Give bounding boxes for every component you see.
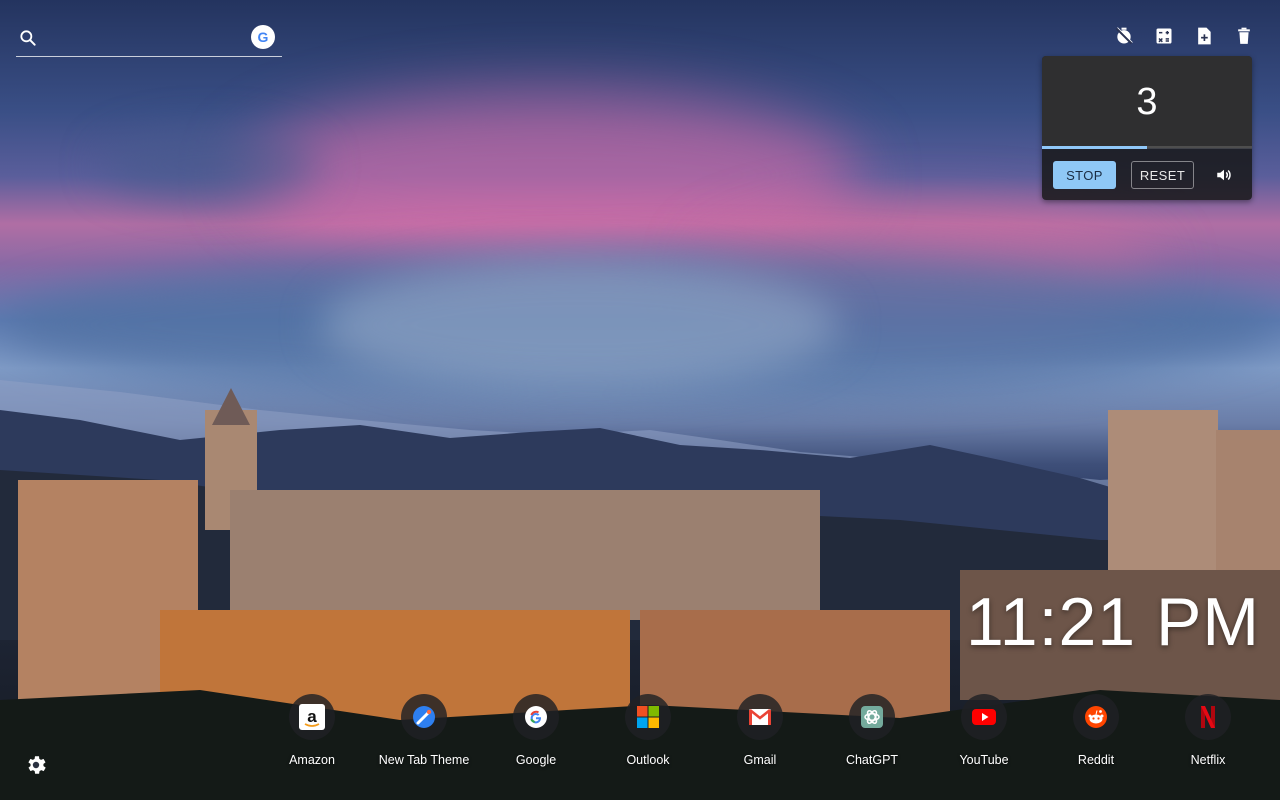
shortcut-label: Google bbox=[515, 753, 557, 767]
shortcut-new-tab-theme[interactable]: New Tab Theme bbox=[368, 694, 480, 767]
shortcut-label: ChatGPT bbox=[845, 753, 899, 767]
shortcut-bar: a Amazon New Tab Theme Google Outlook Gm… bbox=[256, 694, 1264, 774]
netflix-icon bbox=[1185, 694, 1231, 740]
timer-progress-fill bbox=[1042, 146, 1147, 149]
shortcut-label: New Tab Theme bbox=[378, 753, 470, 767]
timer-progress-bar bbox=[1042, 146, 1252, 149]
google-icon[interactable]: G bbox=[251, 25, 275, 49]
trash-icon[interactable] bbox=[1234, 26, 1254, 46]
clock-time: 11:21 PM bbox=[966, 584, 1261, 660]
shortcut-amazon[interactable]: a Amazon bbox=[256, 694, 368, 767]
svg-text:a: a bbox=[307, 707, 317, 726]
volume-icon[interactable] bbox=[1215, 166, 1233, 184]
gmail-icon bbox=[737, 694, 783, 740]
timer-display: 3 bbox=[1042, 56, 1252, 148]
note-add-icon[interactable] bbox=[1194, 26, 1214, 46]
search-input[interactable] bbox=[48, 27, 252, 53]
shortcut-label: Netflix bbox=[1190, 753, 1226, 767]
search-bar[interactable]: G bbox=[16, 24, 282, 57]
stop-button[interactable]: STOP bbox=[1053, 161, 1116, 189]
amazon-icon: a bbox=[289, 694, 335, 740]
windows-icon bbox=[625, 694, 671, 740]
google-icon bbox=[513, 694, 559, 740]
shortcut-label: YouTube bbox=[959, 753, 1009, 767]
shortcut-label: Amazon bbox=[289, 753, 335, 767]
shortcut-label: Outlook bbox=[626, 753, 670, 767]
gear-icon[interactable] bbox=[24, 753, 48, 777]
shortcut-label: Reddit bbox=[1077, 753, 1115, 767]
shortcut-google[interactable]: Google bbox=[480, 694, 592, 767]
timer-widget: 3 STOP RESET bbox=[1042, 56, 1252, 200]
shortcut-label: Gmail bbox=[743, 753, 777, 767]
search-icon bbox=[20, 30, 36, 46]
new-tab-theme-icon bbox=[401, 694, 447, 740]
reset-button[interactable]: RESET bbox=[1131, 161, 1194, 189]
shortcut-youtube[interactable]: YouTube bbox=[928, 694, 1040, 767]
timer-off-icon[interactable] bbox=[1114, 26, 1134, 46]
youtube-icon bbox=[961, 694, 1007, 740]
shortcut-netflix[interactable]: Netflix bbox=[1152, 694, 1264, 767]
top-toolbar bbox=[1114, 26, 1254, 46]
shortcut-outlook[interactable]: Outlook bbox=[592, 694, 704, 767]
chatgpt-icon bbox=[849, 694, 895, 740]
shortcut-gmail[interactable]: Gmail bbox=[704, 694, 816, 767]
shortcut-chatgpt[interactable]: ChatGPT bbox=[816, 694, 928, 767]
reddit-icon bbox=[1073, 694, 1119, 740]
shortcut-reddit[interactable]: Reddit bbox=[1040, 694, 1152, 767]
calculator-icon[interactable] bbox=[1154, 26, 1174, 46]
